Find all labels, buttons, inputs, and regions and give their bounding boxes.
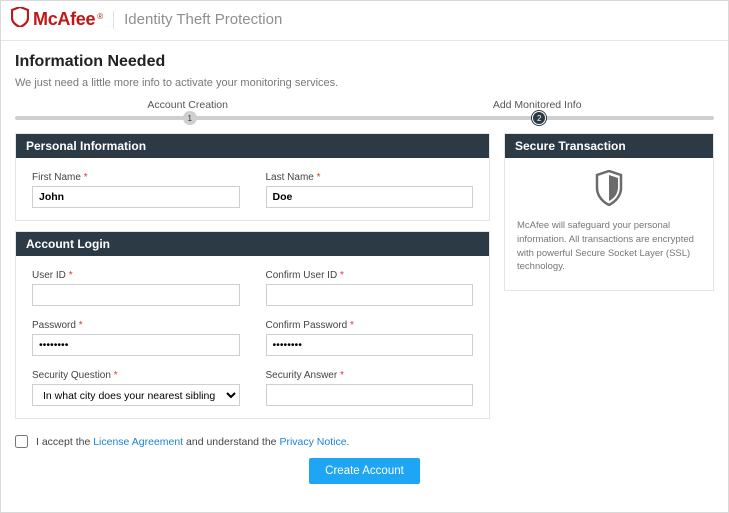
progress-steps: Account Creation Add Monitored Info 1 2 bbox=[15, 99, 714, 125]
brand: McAfee ® bbox=[33, 9, 103, 30]
privacy-notice-link[interactable]: Privacy Notice bbox=[279, 436, 346, 448]
brand-name: McAfee bbox=[33, 9, 95, 30]
first-name-input[interactable] bbox=[32, 186, 240, 208]
first-name-label: First Name * bbox=[32, 172, 240, 183]
security-question-select[interactable]: In what city does your nearest sibling l… bbox=[32, 384, 240, 406]
last-name-label: Last Name * bbox=[266, 172, 474, 183]
user-id-label: User ID * bbox=[32, 270, 240, 281]
security-answer-input[interactable] bbox=[266, 384, 474, 406]
shield-icon bbox=[594, 170, 624, 211]
confirm-password-label: Confirm Password * bbox=[266, 320, 474, 331]
personal-info-panel: Personal Information First Name * Last N… bbox=[15, 133, 490, 221]
account-login-panel: Account Login User ID * Confirm User ID … bbox=[15, 231, 490, 419]
confirm-user-id-label: Confirm User ID * bbox=[266, 270, 474, 281]
accept-checkbox[interactable] bbox=[15, 435, 28, 448]
footer: I accept the License Agreement and under… bbox=[1, 429, 728, 496]
confirm-user-id-input[interactable] bbox=[266, 284, 474, 306]
secure-transaction-heading: Secure Transaction bbox=[505, 134, 713, 158]
page-subtitle: We just need a little more info to activ… bbox=[15, 77, 714, 89]
account-login-heading: Account Login bbox=[16, 232, 489, 256]
personal-info-heading: Personal Information bbox=[16, 134, 489, 158]
security-question-label: Security Question * bbox=[32, 370, 240, 381]
confirm-password-input[interactable] bbox=[266, 334, 474, 356]
step-2-label: Add Monitored Info bbox=[493, 99, 582, 111]
secure-transaction-panel: Secure Transaction McAfee will safeguard… bbox=[504, 133, 714, 291]
header: McAfee ® Identity Theft Protection bbox=[1, 1, 728, 41]
step-1-label: Account Creation bbox=[147, 99, 228, 111]
password-input[interactable] bbox=[32, 334, 240, 356]
password-label: Password * bbox=[32, 320, 240, 331]
secure-transaction-text: McAfee will safeguard your personal info… bbox=[517, 219, 701, 274]
user-id-input[interactable] bbox=[32, 284, 240, 306]
create-account-button[interactable]: Create Account bbox=[309, 458, 420, 484]
accept-text: I accept the License Agreement and under… bbox=[36, 436, 349, 448]
page-title: Information Needed bbox=[15, 53, 714, 71]
step-2-node: 2 bbox=[532, 111, 546, 125]
mcafee-shield-icon bbox=[11, 7, 29, 32]
app-window: McAfee ® Identity Theft Protection Infor… bbox=[0, 0, 729, 513]
separator bbox=[113, 11, 114, 29]
license-agreement-link[interactable]: License Agreement bbox=[93, 436, 183, 448]
step-1-node: 1 bbox=[183, 111, 197, 125]
last-name-input[interactable] bbox=[266, 186, 474, 208]
step-bar bbox=[15, 116, 714, 120]
content: Information Needed We just need a little… bbox=[1, 41, 728, 429]
security-answer-label: Security Answer * bbox=[266, 370, 474, 381]
trademark: ® bbox=[97, 12, 103, 21]
product-name: Identity Theft Protection bbox=[124, 11, 282, 28]
